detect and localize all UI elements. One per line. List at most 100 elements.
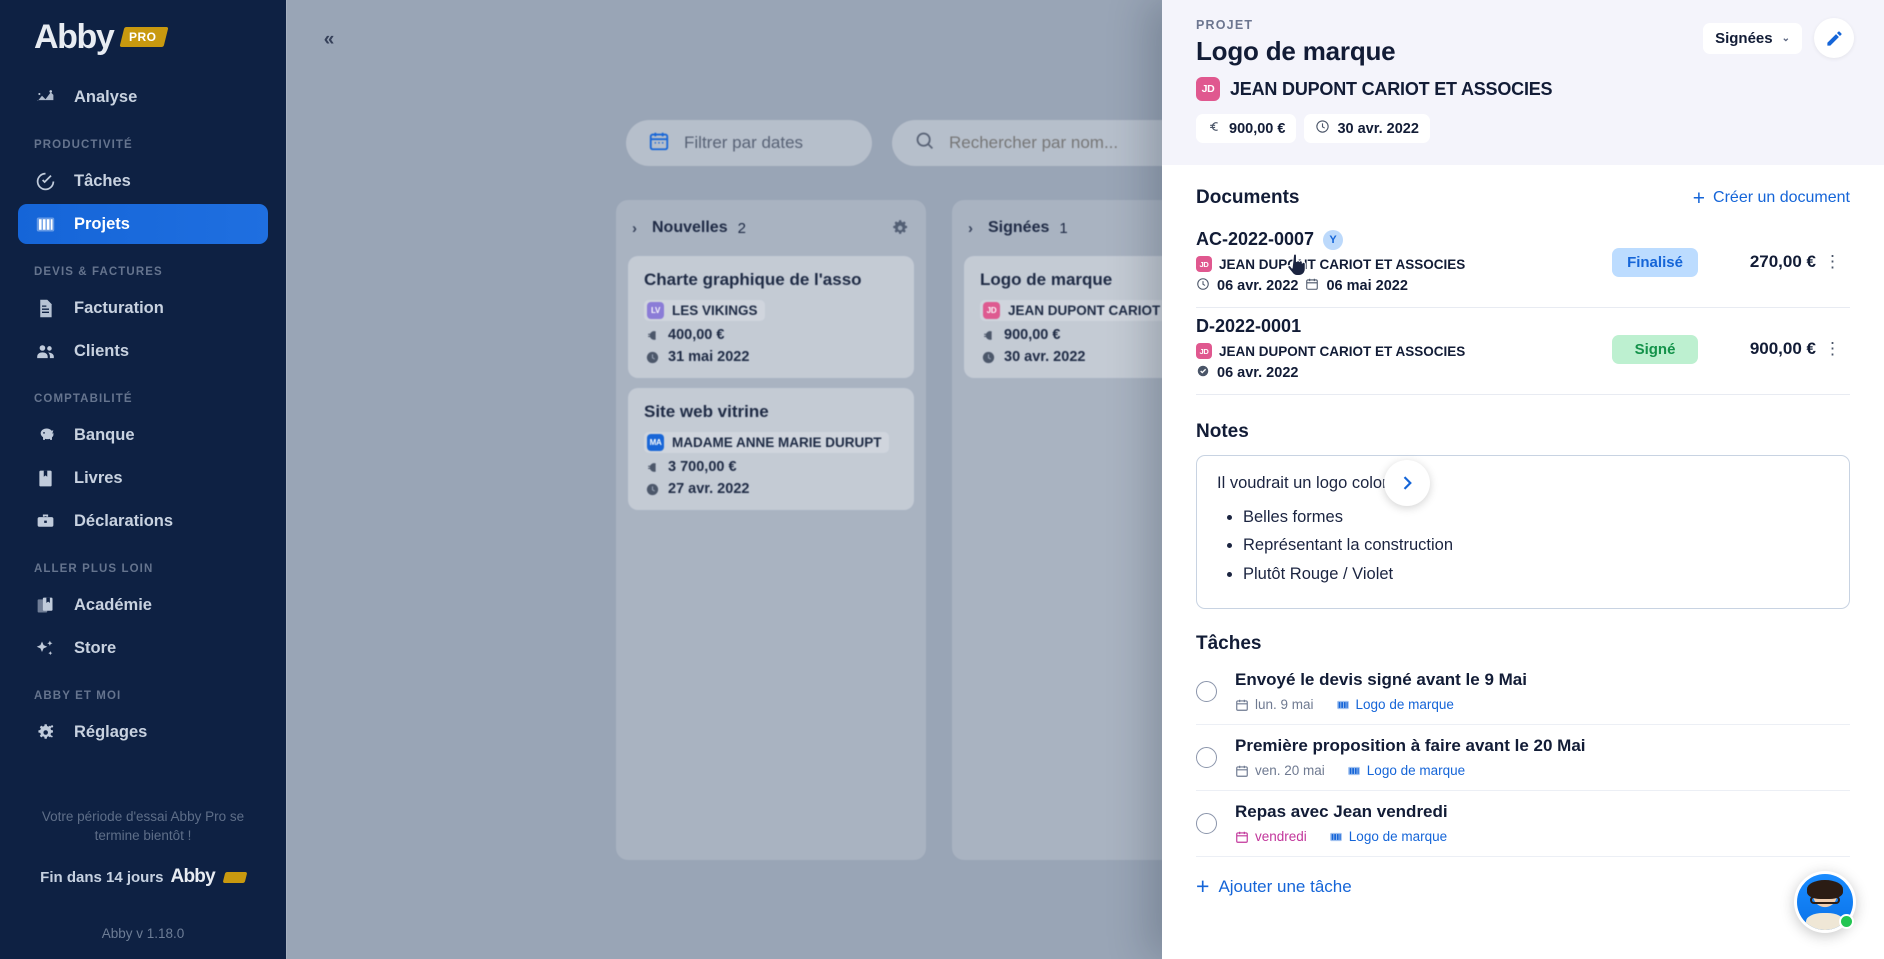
document-date-created: 06 avr. 2022 — [1217, 278, 1299, 294]
task-project-link[interactable]: Logo de marque — [1347, 763, 1465, 778]
app-version: Abby v 1.18.0 — [101, 926, 185, 941]
panel-expand-button[interactable] — [1384, 460, 1430, 506]
task-checkbox[interactable] — [1196, 680, 1217, 702]
edit-project-button[interactable] — [1814, 18, 1854, 58]
document-info: AC-2022-0007 Y JD JEAN DUPONT CARIOT ET … — [1196, 229, 1612, 295]
document-client: JD JEAN DUPONT CARIOT ET ASSOCIES — [1196, 343, 1612, 359]
documents-title: Documents — [1196, 187, 1300, 208]
kanban-icon — [1347, 766, 1360, 775]
task-project-link[interactable]: Logo de marque — [1336, 697, 1454, 712]
project-status-select[interactable]: Signées ⌄ — [1703, 22, 1802, 54]
add-task-label: Ajouter une tâche — [1218, 876, 1352, 896]
app-logo[interactable]: Abby PRO — [0, 0, 286, 68]
avatar: JD — [983, 302, 1000, 319]
task-content: Première proposition à faire avant le 20… — [1235, 736, 1586, 778]
logo-text: Abby — [34, 18, 115, 56]
calendar-icon — [1305, 277, 1319, 295]
project-status-label: Signées — [1715, 29, 1773, 47]
euro-icon — [644, 327, 660, 343]
sidebar-item-livres[interactable]: Livres — [18, 458, 268, 498]
column-count: 1 — [1059, 219, 1068, 237]
notes-section-header: Notes — [1196, 421, 1850, 443]
chevron-right-icon[interactable]: › — [632, 220, 652, 237]
document-menu-button[interactable]: ⋮ — [1816, 339, 1850, 359]
status-badge: Signé — [1612, 334, 1698, 364]
sidebar-item-label: Réglages — [74, 722, 148, 741]
document-date-due: 06 mai 2022 — [1326, 278, 1408, 294]
panel-client[interactable]: JD JEAN DUPONT CARIOT ET ASSOCIES — [1196, 77, 1850, 101]
recurring-badge-icon: Y — [1323, 229, 1344, 250]
client-name: JEAN DUPONT CARIOT ET ASSOCIES — [1219, 256, 1466, 272]
document-dates: 06 avr. 2022 — [1196, 364, 1612, 382]
trial-banner: Votre période d'essai Abby Pro se termin… — [0, 807, 286, 926]
sidebar-item-analyse[interactable]: Analyse — [18, 77, 268, 117]
sidebar-item-banque[interactable]: Banque — [18, 415, 268, 455]
sidebar-item-taches[interactable]: Tâches — [18, 161, 268, 201]
project-card-amount: 3 700,00 € — [668, 459, 737, 475]
sidebar-item-declarations[interactable]: Déclarations — [18, 501, 268, 541]
project-amount: 900,00 € — [1229, 120, 1286, 137]
check-badge-icon — [1196, 364, 1210, 382]
sidebar-item-label: Banque — [74, 425, 135, 444]
document-amount: 900,00 € — [1749, 339, 1816, 358]
document-amount: 270,00 € — [1749, 252, 1816, 271]
clock-icon — [1196, 277, 1210, 295]
support-chat-button[interactable] — [1794, 871, 1856, 933]
online-status-indicator — [1839, 914, 1854, 929]
sidebar-item-reglages[interactable]: Réglages — [18, 712, 268, 752]
trial-countdown-row: Fin dans 14 jours Abby — [26, 866, 260, 888]
project-card-date-row: 31 mai 2022 — [644, 349, 898, 365]
project-card[interactable]: Site web vitrine MA MADAME ANNE MARIE DU… — [628, 388, 914, 510]
task-content: Envoyé le devis signé avant le 9 Mai lun… — [1235, 670, 1527, 712]
sidebar-section-productivite: PRODUCTIVITÉ — [34, 139, 133, 151]
document-menu-button[interactable]: ⋮ — [1816, 252, 1850, 272]
date-filter[interactable]: Filtrer par dates — [626, 120, 872, 166]
chevron-right-icon[interactable]: › — [968, 220, 988, 237]
calendar-icon — [1236, 831, 1248, 843]
task-meta: vendredi Logo de marque — [1235, 829, 1448, 844]
task-content: Repas avec Jean vendredi vendredi Logo d… — [1235, 802, 1448, 844]
task-due-date: vendredi — [1235, 829, 1307, 844]
task-project-link[interactable]: Logo de marque — [1329, 829, 1447, 844]
document-row[interactable]: AC-2022-0007 Y JD JEAN DUPONT CARIOT ET … — [1196, 221, 1850, 308]
date-filter-placeholder: Filtrer par dates — [684, 133, 804, 152]
status-badge: Finalisé — [1612, 247, 1698, 277]
document-row[interactable]: D-2022-0001 JD JEAN DUPONT CARIOT ET ASS… — [1196, 308, 1850, 395]
notes-intro: Il voudrait un logo coloré : — [1217, 474, 1406, 492]
project-card-date-row: 27 avr. 2022 — [644, 481, 898, 497]
project-date-chip: 30 avr. 2022 — [1304, 114, 1430, 143]
project-card[interactable]: Charte graphique de l'asso LV LES VIKING… — [628, 256, 914, 378]
euro-icon — [1207, 119, 1222, 138]
column-header[interactable]: › Nouvelles 2 — [628, 210, 914, 246]
create-document-label: Créer un document — [1713, 189, 1850, 206]
sidebar-item-store[interactable]: Store — [18, 628, 268, 668]
panel-header: PROJET Logo de marque JD JEAN DUPONT CAR… — [1162, 0, 1884, 165]
task-row[interactable]: Première proposition à faire avant le 20… — [1196, 725, 1850, 792]
sidebar-item-projets[interactable]: Projets — [18, 204, 268, 244]
notes-editor[interactable]: Il voudrait un logo coloré : Belles form… — [1196, 455, 1850, 610]
document-icon — [34, 297, 56, 319]
task-checkbox[interactable] — [1196, 746, 1217, 768]
clock-icon — [644, 349, 660, 365]
task-row[interactable]: Repas avec Jean vendredi vendredi Logo d… — [1196, 791, 1850, 858]
task-row[interactable]: Envoyé le devis signé avant le 9 Mai lun… — [1196, 659, 1850, 726]
task-checkbox[interactable] — [1196, 812, 1217, 834]
sidebar-item-label: Projets — [74, 214, 130, 233]
sparkles-icon — [34, 637, 56, 659]
trial-message: Votre période d'essai Abby Pro se termin… — [41, 808, 245, 844]
avatar: JD — [1196, 256, 1212, 272]
sidebar-item-label: Store — [74, 638, 117, 657]
project-card-client: LV LES VIKINGS — [644, 300, 765, 321]
gear-icon[interactable] — [890, 218, 910, 238]
sidebar-item-label: Facturation — [74, 298, 164, 317]
client-name: JEAN DUPONT CARIOT ET ASSOCIES — [1219, 343, 1466, 359]
sidebar-item-academie[interactable]: Académie — [18, 585, 268, 625]
add-task-button[interactable]: + Ajouter une tâche — [1196, 875, 1850, 898]
sidebar-item-facturation[interactable]: Facturation — [18, 288, 268, 328]
avatar-glasses — [1810, 896, 1840, 904]
sidebar-item-clients[interactable]: Clients — [18, 331, 268, 371]
panel-header-actions: Signées ⌄ — [1703, 18, 1854, 58]
task-meta: ven. 20 mai Logo de marque — [1235, 763, 1586, 778]
collapse-sidebar-button[interactable]: « — [311, 24, 347, 56]
create-document-button[interactable]: + Créer un document — [1693, 188, 1850, 209]
